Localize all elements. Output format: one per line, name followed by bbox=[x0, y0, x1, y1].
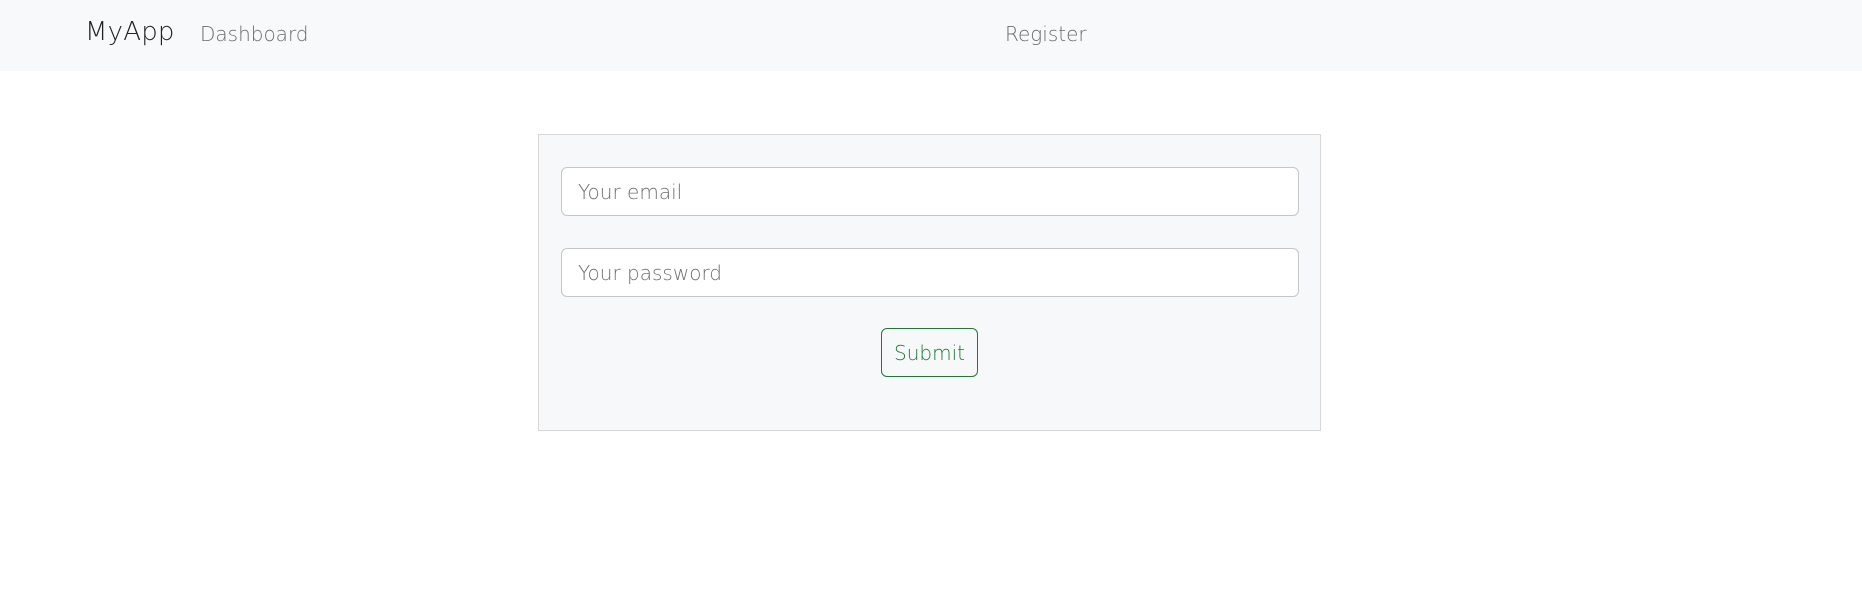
nav-link-dashboard[interactable]: Dashboard bbox=[200, 22, 309, 46]
top-navbar: MyApp Dashboard Register bbox=[0, 0, 1862, 71]
login-form-card: Submit bbox=[538, 134, 1321, 431]
nav-link-register[interactable]: Register bbox=[1005, 22, 1087, 46]
email-input[interactable] bbox=[561, 167, 1299, 216]
password-input[interactable] bbox=[561, 248, 1299, 297]
brand-link[interactable]: MyApp bbox=[85, 17, 175, 47]
submit-button[interactable]: Submit bbox=[881, 328, 978, 377]
